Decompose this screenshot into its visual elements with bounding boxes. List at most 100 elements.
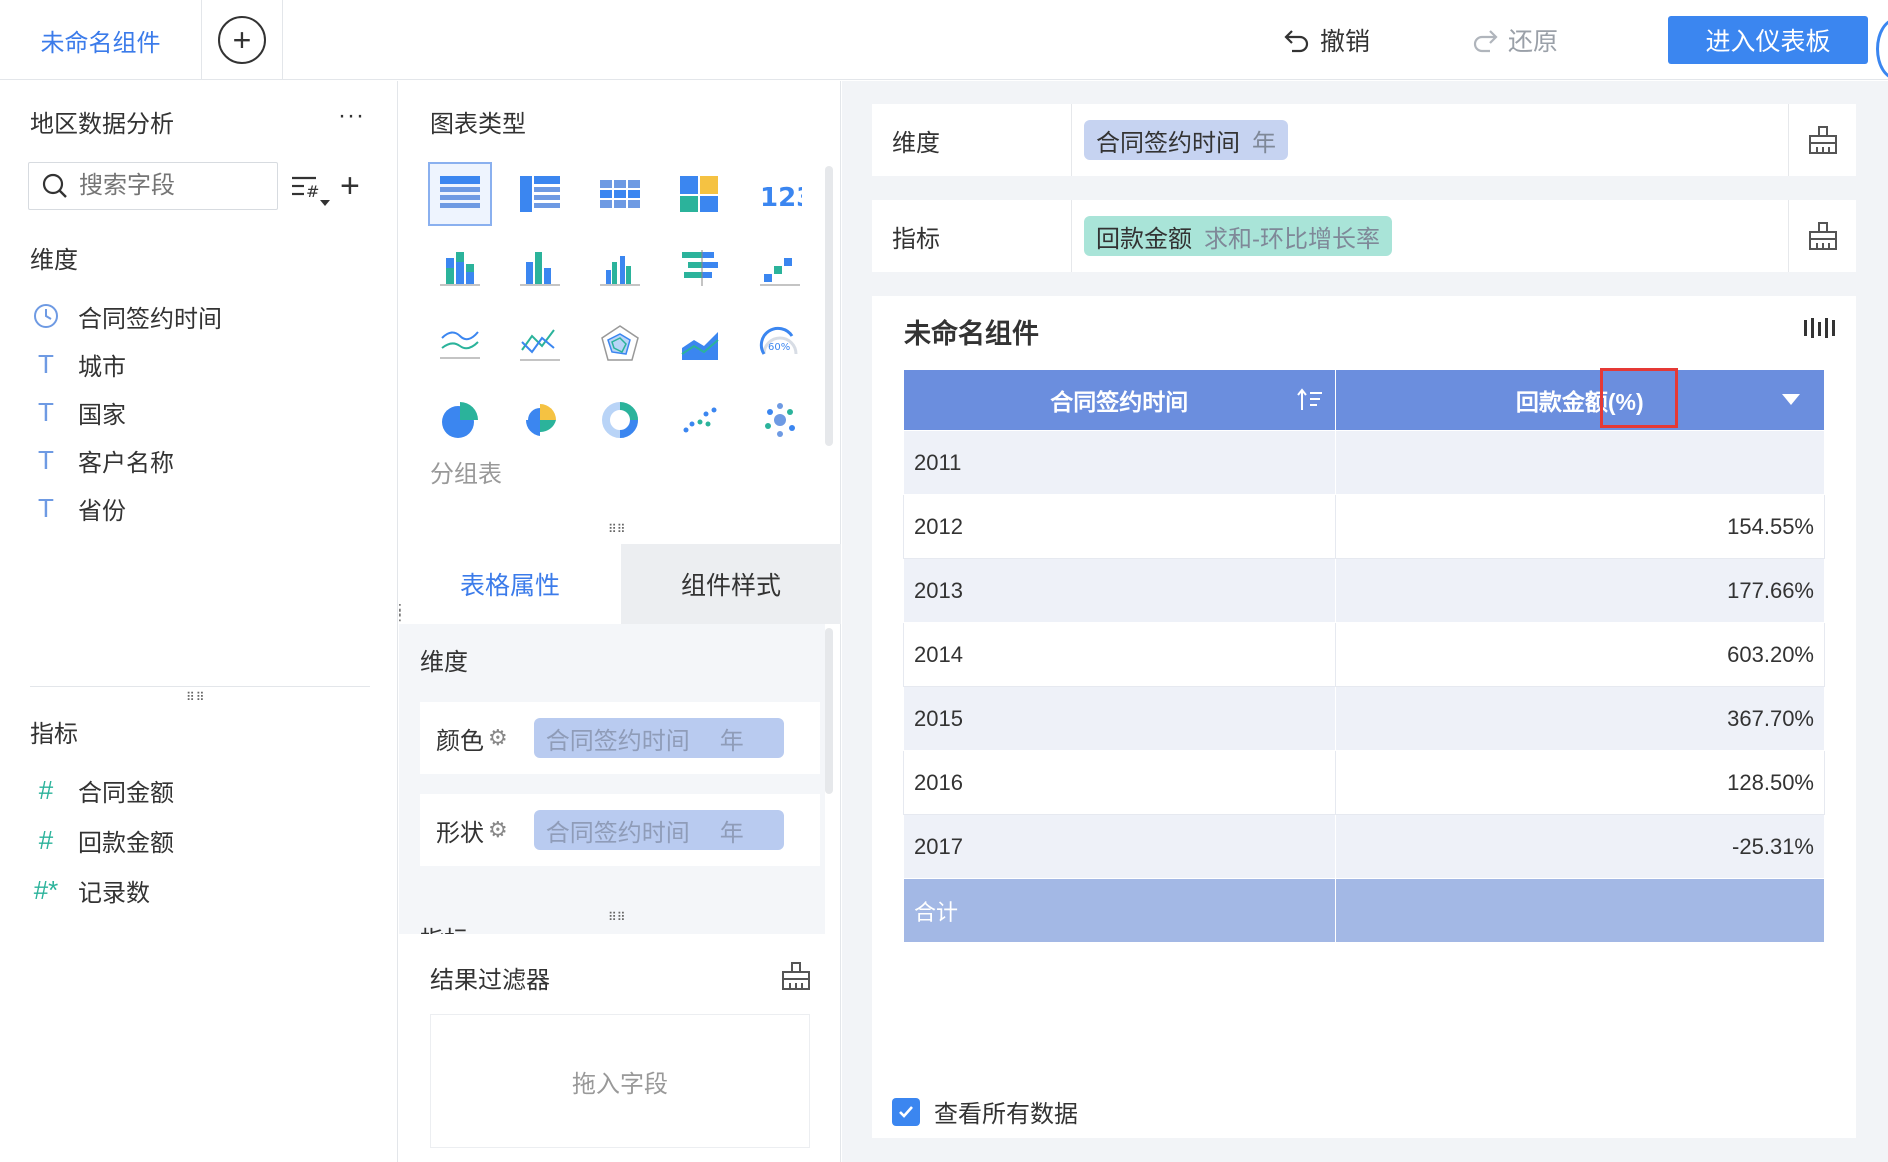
- view-all-data-checkbox[interactable]: 查看所有数据: [892, 1094, 1078, 1129]
- data-table: 合同签约时间 回款金额(%) 2011 2012 154.55% 2013 17…: [903, 369, 1825, 943]
- field-item-payment-amount[interactable]: # 回款金额: [30, 822, 174, 858]
- chart-type-treemap[interactable]: [668, 162, 732, 226]
- field-item-contract-time[interactable]: 合同签约时间: [30, 298, 222, 334]
- chart-type-gauge[interactable]: 60%: [748, 312, 812, 376]
- chart-type-pie[interactable]: [428, 388, 492, 452]
- chip-granularity: 年: [1252, 129, 1276, 157]
- rose-chart-icon: [525, 404, 556, 436]
- cell-year: 2015: [903, 686, 1336, 751]
- chip-field: 合同签约时间: [1096, 129, 1240, 157]
- gauge-icon: 60%: [759, 326, 798, 355]
- chart-type-grouped-bar[interactable]: [588, 236, 652, 300]
- switch-view-icon[interactable]: [1802, 316, 1836, 340]
- chart-type-cross-table[interactable]: [508, 162, 572, 226]
- field-item-country[interactable]: T 国家: [30, 394, 126, 430]
- vertical-resize-grip-icon[interactable]: ⋮ ⋮: [393, 602, 407, 622]
- donut-chart-icon: [602, 402, 638, 438]
- field-filter-icon[interactable]: #: [290, 170, 334, 210]
- resize-grip-icon[interactable]: ⠿⠿: [186, 690, 206, 704]
- add-component-button[interactable]: +: [202, 0, 283, 80]
- resize-grip-icon[interactable]: ⠿⠿: [608, 910, 626, 924]
- enter-dashboard-button[interactable]: 进入仪表板: [1668, 16, 1868, 64]
- cell-value: [1334, 430, 1825, 495]
- table-row: 2014 603.20%: [903, 622, 1825, 687]
- chart-type-grouped-table[interactable]: [428, 162, 492, 226]
- more-options-icon[interactable]: ···: [338, 102, 365, 130]
- chart-type-scatter[interactable]: [668, 388, 732, 452]
- field-label: 城市: [78, 353, 126, 381]
- detail-table-icon: [600, 180, 640, 208]
- clear-brush-icon[interactable]: [780, 960, 812, 992]
- shape-field-chip[interactable]: 合同签约时间 年: [533, 810, 784, 850]
- cell-value: 154.55%: [1334, 494, 1825, 559]
- field-label: 省份: [78, 497, 126, 525]
- chart-type-donut[interactable]: [588, 388, 652, 452]
- field-search-box[interactable]: [28, 162, 278, 210]
- waterfall-icon: [760, 258, 800, 286]
- stacked-bar-icon: [440, 252, 480, 286]
- column-header-time[interactable]: 合同签约时间: [903, 369, 1336, 431]
- redo-icon: [1473, 30, 1498, 53]
- field-label: 合同金额: [78, 779, 174, 807]
- search-input[interactable]: [79, 172, 259, 200]
- chip-field: 合同签约时间: [545, 727, 690, 755]
- cell-year: 2014: [903, 622, 1336, 687]
- field-item-customer[interactable]: T 客户名称: [30, 442, 174, 478]
- chart-type-horizontal-bar[interactable]: [668, 236, 732, 300]
- chart-type-kpi[interactable]: 123: [748, 162, 812, 226]
- chart-type-stacked-bar[interactable]: [428, 236, 492, 300]
- prop-row-shape: 形状 ⚙ 合同签约时间 年: [420, 794, 820, 866]
- field-label: 记录数: [78, 879, 150, 907]
- gear-icon[interactable]: ⚙: [488, 725, 508, 751]
- chart-type-scrollbar[interactable]: [825, 166, 833, 446]
- tab-component-style[interactable]: 组件样式: [621, 544, 841, 624]
- highlight-annotation-box: [1600, 368, 1678, 428]
- chip-field: 合同签约时间: [545, 819, 690, 847]
- tab-table-properties[interactable]: 表格属性: [399, 544, 621, 624]
- chart-type-polyline[interactable]: [508, 312, 572, 376]
- field-item-city[interactable]: T 城市: [30, 346, 126, 382]
- redo-button[interactable]: 还原: [1470, 20, 1558, 60]
- table-row: 2011: [903, 430, 1825, 495]
- chip-granularity: 年: [719, 819, 744, 847]
- cell-value: -25.31%: [1334, 814, 1825, 879]
- component-title: 未命名组件: [904, 319, 1039, 349]
- field-item-province[interactable]: T 省份: [30, 490, 126, 526]
- cell-total-value: [1334, 878, 1825, 943]
- result-filter-title: 结果过滤器: [430, 967, 550, 994]
- clear-dimension-button[interactable]: [1788, 104, 1856, 176]
- color-field-chip[interactable]: 合同签约时间 年: [533, 718, 784, 758]
- chart-type-bubble[interactable]: [748, 388, 812, 452]
- gear-icon[interactable]: ⚙: [488, 817, 508, 843]
- svg-text:#: #: [306, 182, 319, 201]
- filter-drop-zone[interactable]: 拖入字段: [430, 1014, 810, 1148]
- chart-type-detail-table[interactable]: [588, 162, 652, 226]
- chart-type-radar[interactable]: [588, 312, 652, 376]
- cell-year: 2016: [903, 750, 1336, 815]
- number-field-icon: #: [38, 824, 54, 855]
- bubble-chart-icon: [765, 403, 795, 437]
- chart-type-waterfall[interactable]: [748, 236, 812, 300]
- field-item-record-count[interactable]: #* 记录数: [30, 872, 150, 908]
- chart-type-line[interactable]: [428, 312, 492, 376]
- properties-scrollbar[interactable]: [825, 628, 833, 794]
- count-field-icon: #*: [33, 874, 59, 905]
- field-item-contract-amount[interactable]: # 合同金额: [30, 772, 174, 808]
- prop-label: 颜色: [436, 727, 484, 755]
- chart-type-area[interactable]: [668, 312, 732, 376]
- column-header-payment[interactable]: 回款金额(%): [1334, 369, 1825, 431]
- dropdown-triangle-icon[interactable]: [1782, 394, 1800, 405]
- chart-type-rose[interactable]: [508, 388, 572, 452]
- sort-icon[interactable]: [1296, 388, 1323, 412]
- grouped-table-icon: [440, 176, 480, 208]
- tab-component[interactable]: 未命名组件: [0, 0, 202, 80]
- dimension-chip[interactable]: 合同签约时间 年: [1084, 120, 1288, 160]
- add-field-icon[interactable]: +: [340, 166, 360, 206]
- undo-button[interactable]: 撤销: [1282, 20, 1370, 60]
- metric-chip[interactable]: 回款金额 求和-环比增长率: [1084, 216, 1392, 256]
- checkbox-checked-icon[interactable]: [892, 1097, 920, 1126]
- chart-type-bar[interactable]: [508, 236, 572, 300]
- resize-grip-icon[interactable]: ⠿⠿: [608, 522, 626, 536]
- clear-metric-button[interactable]: [1788, 200, 1856, 272]
- cell-value: 603.20%: [1334, 622, 1825, 687]
